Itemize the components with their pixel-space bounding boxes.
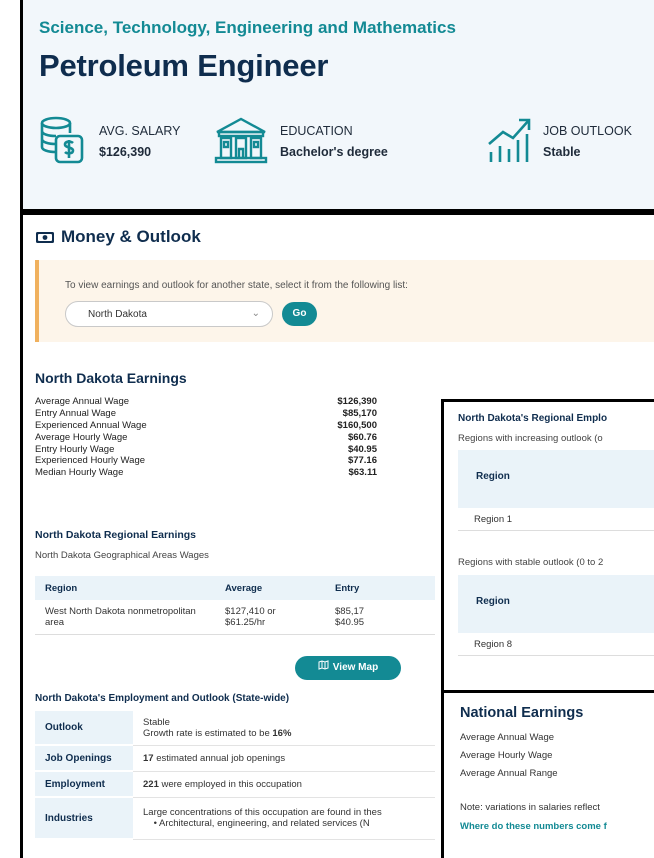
career-header-card: Science, Technology, Engineering and Mat… — [20, 0, 654, 212]
wage-label: Entry Hourly Wage — [35, 443, 115, 455]
region-cell: Region 1 — [474, 514, 513, 525]
growth-rate: 16% — [272, 727, 292, 739]
view-map-label: View Map — [332, 662, 379, 673]
table-header-row: Region Average Entry — [35, 576, 435, 600]
national-wage-label: Average Annual Range — [460, 768, 558, 779]
state-select-prompt: To view earnings and outlook for another… — [65, 280, 408, 291]
state-earnings-title: North Dakota Earnings — [35, 370, 187, 386]
average-cell: $127,410 or $61.25/hr — [215, 600, 325, 635]
wage-row: Median Hourly Wage $63.11 — [35, 467, 377, 479]
regional-earnings-table: Region Average Entry West North Dakota n… — [35, 576, 435, 635]
job-openings-label: Job Openings — [35, 745, 133, 772]
wage-value: $160,500 — [337, 419, 377, 431]
wage-row: Entry Hourly Wage $40.95 — [35, 444, 377, 456]
chevron-down-icon: ⌄ — [251, 308, 260, 319]
employment-outlook-table: Outlook Stable Growth rate is estimated t… — [35, 711, 435, 840]
table-row: Employment 221 were employed in this occ… — [35, 771, 435, 798]
entry-cell: $85,17 $40.95 — [325, 600, 435, 635]
industries-label: Industries — [35, 797, 133, 840]
wage-value: $60.76 — [347, 431, 377, 443]
job-outlook-value: Stable — [543, 145, 581, 159]
view-map-button[interactable]: View Map — [295, 656, 401, 680]
national-wage-label: Average Annual Wage — [460, 732, 555, 743]
row-divider — [458, 530, 654, 531]
employment-outlook-title: North Dakota's Employment and Outlook (S… — [35, 693, 290, 704]
wage-row: Entry Annual Wage $85,170 — [35, 408, 377, 420]
wage-label: Experienced Hourly Wage — [35, 455, 146, 467]
money-outlook-heading: Money & Outlook — [35, 227, 201, 247]
regional-employment-outlook-panel: North Dakota's Regional Emplo Regions wi… — [441, 399, 654, 690]
job-openings-cell: 17 estimated annual job openings — [133, 745, 435, 772]
regional-earnings-subtitle: North Dakota Geographical Areas Wages — [35, 550, 209, 561]
wage-label: Average Hourly Wage — [35, 431, 128, 443]
table-row: Industries Large concentrations of this … — [35, 797, 435, 840]
state-select-dropdown[interactable]: North Dakota ⌄ — [65, 301, 273, 327]
region-cell: West North Dakota nonmetropolitan area — [35, 600, 215, 635]
national-earnings-panel: National Earnings Average Annual Wage Av… — [441, 690, 654, 858]
wage-value: $85,170 — [342, 407, 377, 419]
wage-row: Average Hourly Wage $60.76 — [35, 432, 377, 444]
wage-row: Experienced Hourly Wage $77.16 — [35, 455, 377, 467]
wage-value: $40.95 — [347, 443, 377, 455]
row-divider — [458, 655, 654, 656]
state-earnings-table: Average Annual Wage $126,390 Entry Annual… — [35, 396, 377, 479]
industries-cell: Large concentrations of this occupation … — [133, 797, 435, 840]
employment-label: Employment — [35, 771, 133, 798]
column-header-average: Average — [215, 576, 325, 600]
regional-outlook-title: North Dakota's Regional Emplo — [458, 413, 608, 424]
increasing-outlook-caption: Regions with increasing outlook (o — [458, 433, 603, 444]
avg-salary-label: AVG. SALARY — [99, 124, 181, 138]
wage-label: Entry Annual Wage — [35, 407, 116, 419]
column-header-region: Region — [476, 596, 510, 607]
map-icon — [318, 656, 329, 680]
outlook-cell: Stable Growth rate is estimated to be 16% — [133, 711, 435, 746]
wage-value: $77.16 — [347, 455, 377, 467]
national-earnings-title: National Earnings — [460, 705, 584, 721]
education-building-icon — [214, 117, 268, 164]
wage-label: Experienced Annual Wage — [35, 419, 147, 431]
education-label: EDUCATION — [280, 124, 353, 138]
outlook-label: Outlook — [35, 711, 133, 746]
increasing-table-header: Region — [458, 450, 654, 508]
salary-variation-note: Note: variations in salaries reflect — [460, 802, 600, 813]
state-selector-notice: To view earnings and outlook for another… — [35, 260, 654, 342]
wage-label: Median Hourly Wage — [35, 467, 124, 479]
education-value: Bachelor's degree — [280, 145, 388, 159]
stable-outlook-caption: Regions with stable outlook (0 to 2 — [458, 557, 604, 568]
salary-money-icon — [40, 116, 84, 164]
column-header-region: Region — [476, 471, 510, 482]
region-cell: Region 8 — [474, 639, 513, 650]
job-outlook-label: JOB OUTLOOK — [543, 124, 632, 138]
avg-salary-value: $126,390 — [99, 145, 152, 159]
stable-table-header: Region — [458, 575, 654, 633]
numbers-source-link[interactable]: Where do these numbers come f — [460, 821, 607, 832]
career-category[interactable]: Science, Technology, Engineering and Mat… — [39, 18, 456, 38]
table-row: Outlook Stable Growth rate is estimated t… — [35, 711, 435, 746]
national-wage-label: Average Hourly Wage — [460, 750, 553, 761]
regional-earnings-title: North Dakota Regional Earnings — [35, 529, 197, 541]
money-bill-icon — [36, 231, 54, 243]
wage-row: Average Annual Wage $126,390 — [35, 396, 377, 408]
go-button[interactable]: Go — [282, 302, 317, 326]
table-row: West North Dakota nonmetropolitan area $1… — [35, 600, 435, 635]
wage-label: Average Annual Wage — [35, 396, 130, 407]
page-title: Petroleum Engineer — [39, 48, 329, 83]
wage-value: $126,390 — [337, 396, 377, 407]
wage-row: Experienced Annual Wage $160,500 — [35, 420, 377, 432]
state-select-value: North Dakota — [88, 309, 147, 320]
wage-value: $63.11 — [348, 467, 377, 479]
money-outlook-title: Money & Outlook — [61, 227, 201, 246]
column-header-region: Region — [35, 576, 215, 600]
employment-cell: 221 were employed in this occupation — [133, 771, 435, 798]
table-row: Job Openings 17 estimated annual job ope… — [35, 745, 435, 772]
job-outlook-chart-icon — [488, 118, 531, 162]
column-header-entry: Entry — [325, 576, 435, 600]
